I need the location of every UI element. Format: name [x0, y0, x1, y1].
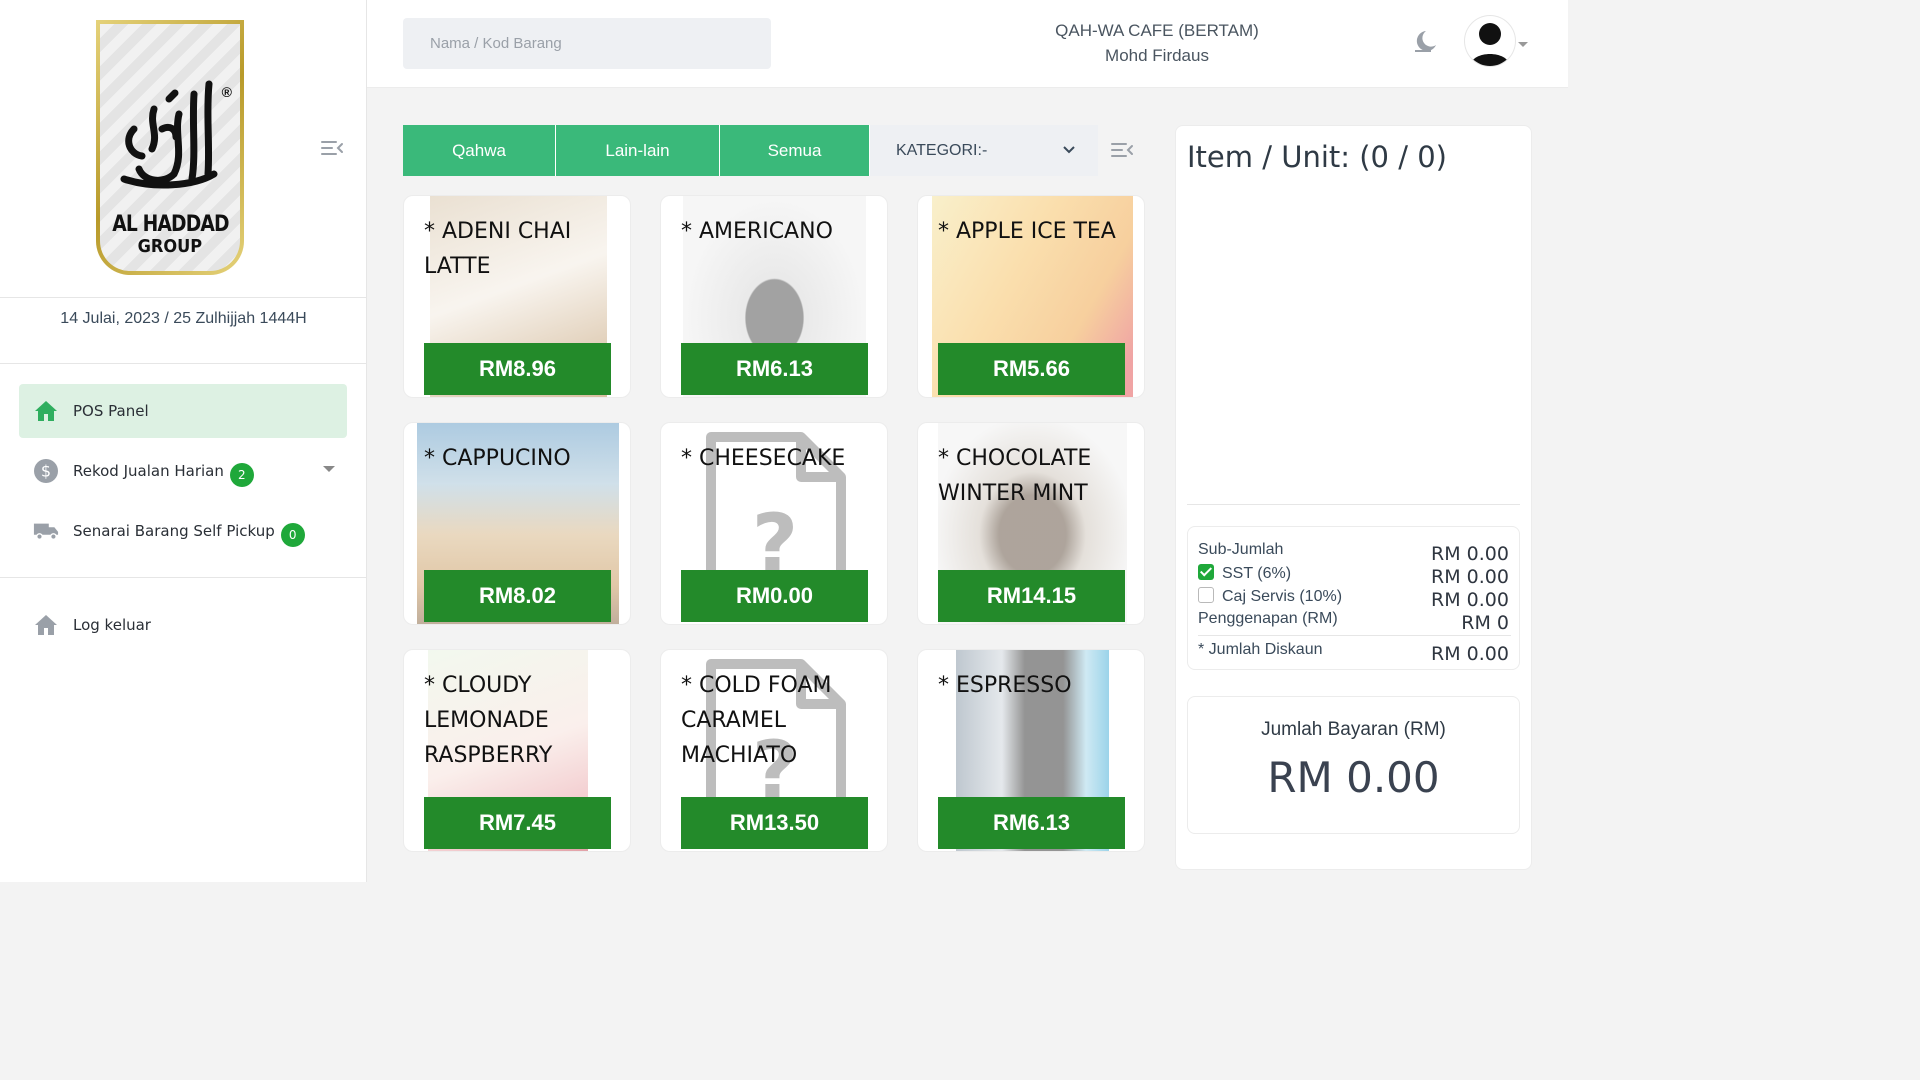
product-price: RM6.13	[938, 797, 1125, 849]
arabic-calligraphy-icon	[120, 80, 218, 189]
svg-text:$: $	[41, 462, 51, 481]
product-price: RM8.96	[424, 343, 611, 395]
product-price: RM14.15	[938, 570, 1125, 622]
shop-name: QAH-WA CAFE (BERTAM)	[1055, 21, 1259, 40]
product-name: * CLOUDY LEMONADE RASPBERRY	[424, 673, 553, 768]
logo-text-line2: GROUP	[137, 236, 203, 257]
shop-info: QAH-WA CAFE (BERTAM) Mohd Firdaus	[1017, 18, 1297, 68]
total-value: RM 0.00	[1267, 753, 1440, 802]
nav-item-rekod-jualan[interactable]: $ Rekod Jualan Harian 2	[19, 444, 347, 498]
product-card[interactable]: * APPLE ICE TEA RM5.66	[917, 195, 1145, 398]
product-price: RM7.45	[424, 797, 611, 849]
home-icon	[33, 398, 59, 424]
product-name: * ESPRESSO	[938, 673, 1072, 698]
divider	[0, 577, 367, 578]
category-tab-lain-lain[interactable]: Lain-lain	[556, 125, 720, 176]
registered-mark: ®	[221, 84, 232, 100]
brand-logo: ® AL HADDAD GROUP	[96, 20, 244, 275]
collapse-menu-icon[interactable]	[320, 138, 344, 158]
home-icon	[33, 612, 59, 638]
product-card[interactable]: * CHOCOLATE WINTER MINT RM14.15	[917, 422, 1145, 625]
category-select[interactable]: KATEGORI:-	[870, 125, 1098, 176]
divider	[1187, 504, 1520, 505]
product-price: RM5.66	[938, 343, 1125, 395]
collapse-menu-icon[interactable]	[1110, 140, 1134, 160]
nav-item-pos-panel[interactable]: POS Panel	[19, 384, 347, 438]
rounding-value: RM 0	[1461, 612, 1509, 634]
sst-value: RM 0.00	[1431, 566, 1509, 588]
sst-row: SST (6%)	[1198, 564, 1291, 583]
nav-item-self-pickup[interactable]: Senarai Barang Self Pickup 0	[19, 504, 347, 558]
product-card[interactable]: * CLOUDY LEMONADE RASPBERRY RM7.45	[403, 649, 631, 852]
divider	[0, 297, 367, 298]
service-charge-value: RM 0.00	[1431, 589, 1509, 611]
count-badge: 0	[280, 523, 305, 547]
product-card[interactable]: * ESPRESSO RM6.13	[917, 649, 1145, 852]
chevron-down-icon[interactable]	[1518, 42, 1528, 47]
product-price: RM8.02	[424, 570, 611, 622]
chevron-down-icon	[1063, 146, 1075, 154]
dollar-icon: $	[33, 458, 59, 484]
category-bar: Qahwa Lain-lain Semua KATEGORI:-	[403, 125, 1098, 176]
category-tab-semua[interactable]: Semua	[720, 125, 870, 176]
category-tab-qahwa[interactable]: Qahwa	[403, 125, 556, 176]
sidebar: ® AL HADDAD GROUP 14 Julai, 2023 / 25 Zu…	[0, 0, 367, 882]
cart-item-count: Item / Unit: (0 / 0)	[1187, 140, 1447, 174]
cart-panel: Item / Unit: (0 / 0) Sub-Jumlah RM 0.00 …	[1175, 125, 1532, 870]
product-card[interactable]: * ADENI CHAI LATTE RM8.96	[403, 195, 631, 398]
service-charge-checkbox[interactable]	[1198, 587, 1214, 603]
product-card[interactable]: * AMERICANO RM6.13	[660, 195, 888, 398]
user-avatar[interactable]	[1465, 16, 1515, 66]
product-price: RM13.50	[681, 797, 868, 849]
product-name: * APPLE ICE TEA	[938, 219, 1116, 244]
user-name: Mohd Firdaus	[1105, 46, 1209, 65]
product-name: * CHEESECAKE	[681, 446, 846, 471]
current-date: 14 Julai, 2023 / 25 Zulhijjah 1444H	[60, 310, 307, 327]
summary-box: Sub-Jumlah RM 0.00 SST (6%) RM 0.00 Caj …	[1187, 526, 1520, 670]
service-charge-label: Caj Servis (10%)	[1222, 588, 1343, 605]
search-input[interactable]	[403, 18, 771, 69]
count-badge: 2	[229, 463, 254, 487]
total-box: Jumlah Bayaran (RM) RM 0.00	[1187, 696, 1520, 834]
product-name: * CHOCOLATE WINTER MINT	[938, 446, 1092, 506]
rounding-label: Penggenapan (RM)	[1198, 610, 1338, 627]
user-icon	[1470, 23, 1510, 66]
subtotal-label: Sub-Jumlah	[1198, 541, 1284, 558]
divider	[1198, 635, 1511, 636]
product-name: * AMERICANO	[681, 219, 833, 244]
product-name: * COLD FOAM CARAMEL MACHIATO	[681, 673, 832, 768]
product-price: RM0.00	[681, 570, 868, 622]
logout-label: Log keluar	[73, 616, 151, 634]
divider	[0, 363, 367, 364]
subtotal-value: RM 0.00	[1431, 543, 1509, 565]
nav-item-label: POS Panel	[73, 402, 149, 420]
total-label: Jumlah Bayaran (RM)	[1261, 719, 1446, 740]
nav-item-label: Rekod Jualan Harian	[73, 462, 224, 480]
product-card[interactable]: * CAPPUCINO RM8.02	[403, 422, 631, 625]
product-name: * CAPPUCINO	[424, 446, 571, 471]
sst-checkbox[interactable]	[1198, 564, 1214, 580]
sst-label: SST (6%)	[1222, 565, 1292, 582]
product-card[interactable]: ? * COLD FOAM CARAMEL MACHIATO RM13.50	[660, 649, 888, 852]
chevron-down-icon[interactable]	[323, 466, 335, 472]
logout-button[interactable]: Log keluar	[19, 598, 347, 652]
discount-label[interactable]: * Jumlah Diskaun	[1198, 641, 1323, 659]
nav-item-label: Senarai Barang Self Pickup	[73, 522, 275, 540]
category-select-label: KATEGORI:-	[896, 141, 988, 159]
discount-value: RM 0.00	[1431, 643, 1509, 665]
top-header: QAH-WA CAFE (BERTAM) Mohd Firdaus	[367, 0, 1568, 88]
truck-icon	[33, 518, 59, 544]
dark-mode-moon-icon[interactable]	[1411, 28, 1439, 56]
product-name: * ADENI CHAI LATTE	[424, 219, 572, 279]
product-price: RM6.13	[681, 343, 868, 395]
service-row: Caj Servis (10%)	[1198, 587, 1342, 606]
product-card[interactable]: ? * CHEESECAKE RM0.00	[660, 422, 888, 625]
logo-text-line1: AL HADDAD	[111, 212, 229, 237]
